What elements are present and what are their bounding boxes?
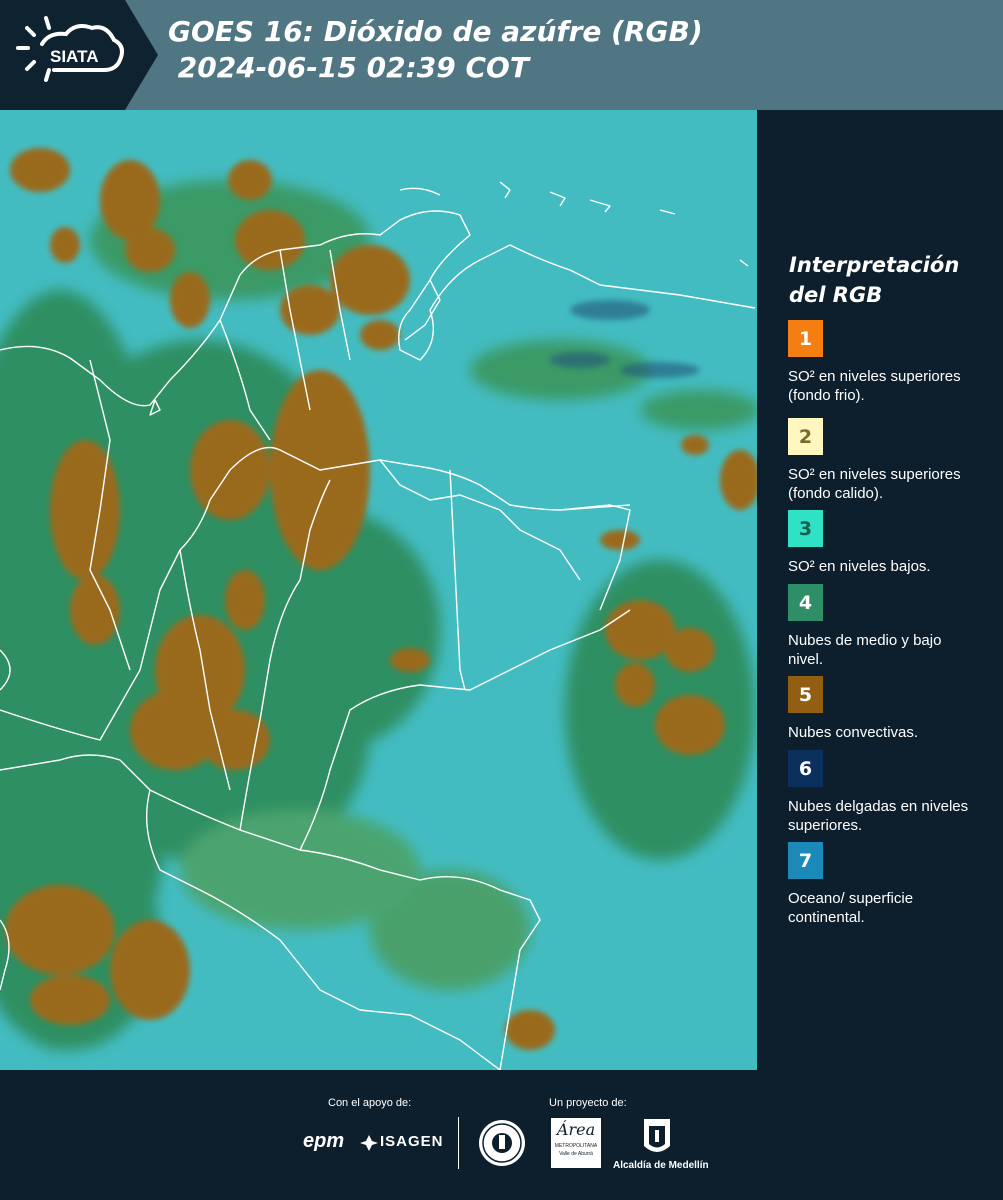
area-logo-sub: METROPOLITANA xyxy=(554,1143,598,1149)
legend-item-5: 5 Nubes convectivas. xyxy=(788,676,988,742)
area-metropolitana-logo: Área METROPOLITANA Valle de Aburrá xyxy=(551,1118,601,1168)
legend-item-6: 6 Nubes delgadas en niveles superiores. xyxy=(788,750,988,835)
legend-item-1: 1 SO² en niveles superiores (fondo frio)… xyxy=(788,320,988,405)
legend-label-4: Nubes de medio y bajo nivel. xyxy=(788,632,942,668)
area-logo-word: Área xyxy=(556,1120,596,1139)
page-title: GOES 16: Dióxido de azúfre (RGB) 2024-06… xyxy=(168,15,703,84)
footer-divider xyxy=(458,1117,459,1169)
legend-item-3: 3 SO² en niveles bajos. xyxy=(788,510,988,576)
legend-swatch-2: 2 xyxy=(788,418,823,455)
legend-item-2: 2 SO² en niveles superiores (fondo calid… xyxy=(788,418,988,503)
legend-label-6: Nubes delgadas en niveles superiores. xyxy=(788,798,969,834)
legend-label-1: SO² en niveles superiores (fondo frio). xyxy=(788,368,961,404)
alcaldia-shield-icon xyxy=(644,1119,670,1152)
legend-label-7: Oceano/ superficie continental. xyxy=(788,890,914,926)
legend-item-7: 7 Oceano/ superficie continental. xyxy=(788,842,988,927)
area-logo-sub2: Valle de Aburrá xyxy=(559,1151,593,1157)
legend-label-2: SO² en niveles superiores (fondo calido)… xyxy=(788,466,961,502)
siata-logo-text: SIATA xyxy=(50,47,98,66)
alcaldia-label: Alcaldía de Medellín xyxy=(613,1160,709,1171)
isagen-logo: ISAGEN xyxy=(380,1133,444,1150)
epm-logo: epm xyxy=(303,1130,345,1152)
legend-swatch-7: 7 xyxy=(788,842,823,879)
legend-swatch-4: 4 xyxy=(788,584,823,621)
legend-swatch-1: 1 xyxy=(788,320,823,357)
support-label: Con el apoyo de: xyxy=(328,1097,412,1109)
legend-title: Interpretación del RGB xyxy=(789,253,960,307)
satellite-image xyxy=(0,110,757,1070)
legend-swatch-3: 3 xyxy=(788,510,823,547)
medellin-seal-icon xyxy=(479,1120,525,1166)
footer-bar: Con el apoyo de: Un proyecto de: epm ISA… xyxy=(0,1070,1003,1200)
legend-swatch-6: 6 xyxy=(788,750,823,787)
legend-item-4: 4 Nubes de medio y bajo nivel. xyxy=(788,584,988,669)
isagen-mark-icon xyxy=(360,1135,378,1151)
project-label: Un proyecto de: xyxy=(549,1097,627,1109)
header-bar: SIATA GOES 16: Dióxido de azúfre (RGB) 2… xyxy=(0,0,1003,110)
legend-panel: Interpretación del RGB 1 SO² en niveles … xyxy=(757,110,1003,1070)
siata-sun-logo: SIATA xyxy=(16,16,124,82)
legend-swatch-5: 5 xyxy=(788,676,823,713)
satellite-map[interactable] xyxy=(0,110,757,1070)
legend-label-3: SO² en niveles bajos. xyxy=(788,558,931,575)
legend-label-5: Nubes convectivas. xyxy=(788,724,919,741)
